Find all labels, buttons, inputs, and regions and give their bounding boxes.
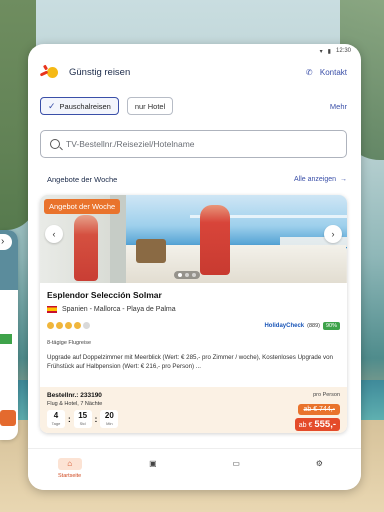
holidaycheck-rating[interactable]: HolidayCheck (889) 90% <box>264 321 340 330</box>
per-person-label: pro Person <box>313 392 340 398</box>
chip-package-tours[interactable]: ✓ Pauschalreisen <box>40 97 119 115</box>
suitcase-icon: ▣ <box>149 459 157 468</box>
contact-button[interactable]: ✆ Kontakt <box>306 68 347 77</box>
sun-rating <box>47 322 90 329</box>
countdown-hours: 15 Std <box>73 410 92 428</box>
spain-flag-icon <box>47 306 57 313</box>
search-input[interactable]: TV-Bestellnr./Reiseziel/Hotelname <box>40 130 347 158</box>
countdown-minutes: 20 Min <box>100 410 119 428</box>
chip-hotel-label: nur Hotel <box>134 101 166 111</box>
chip-package-label: Pauschalreisen <box>59 101 111 111</box>
carousel-dot[interactable] <box>192 273 196 277</box>
section-title: Angebote der Woche <box>47 174 118 184</box>
signal-icon: ▾ <box>319 48 323 55</box>
search-placeholder: TV-Bestellnr./Reiseziel/Hotelname <box>66 139 195 149</box>
tab-home[interactable]: ⌂ Startseite <box>50 458 90 479</box>
contact-label: Kontakt <box>319 67 347 77</box>
price-prefix: ab € <box>298 422 313 429</box>
hotel-location: Spanien - Mallorca - Playa de Palma <box>47 306 340 313</box>
holidaycheck-score: 90% <box>322 321 340 330</box>
holidaycheck-logo: HolidayCheck <box>264 322 305 329</box>
chevron-right-icon[interactable]: › <box>324 225 342 243</box>
rating-row: HolidayCheck (889) 90% <box>47 320 340 331</box>
hotel-name: Esplendor Selección Solmar <box>47 290 162 300</box>
offer-details: Esplendor Selección Solmar Spanien - Mal… <box>40 283 347 371</box>
tab-settings[interactable]: ⚙ <box>299 458 339 470</box>
package-info: Flug & Hotel, 7 Nächte <box>47 401 103 407</box>
current-price[interactable]: ab € 555,- <box>294 418 340 431</box>
brand-logo-icon[interactable] <box>39 64 60 80</box>
tab-tv[interactable]: ▭ <box>216 458 256 470</box>
tv-icon: ▭ <box>232 459 240 468</box>
section-header: Angebote der Woche Alle anzeigen → <box>47 173 347 185</box>
status-time: 12:30 <box>335 48 351 54</box>
carousel-dots <box>174 271 200 279</box>
price-value: 555,- <box>314 419 336 430</box>
location-text: Spanien - Mallorca - Playa de Palma <box>62 306 176 313</box>
brand-name: Günstig reisen <box>69 66 131 78</box>
previous-card-score <box>0 334 12 344</box>
offer-photo: Angebot der Woche ‹ › <box>40 195 347 283</box>
offer-description: Upgrade auf Doppelzimmer mit Meerblick (… <box>47 354 333 370</box>
carousel-dot[interactable] <box>185 273 189 277</box>
sun-icon <box>74 322 81 329</box>
sun-icon <box>65 322 72 329</box>
arrow-right-icon: → <box>340 175 347 183</box>
app-header: Günstig reisen ✆ Kontakt <box>28 58 361 86</box>
gear-icon: ⚙ <box>315 459 323 468</box>
offer-card[interactable]: Angebot der Woche ‹ › Esplendor Selecció… <box>40 195 347 433</box>
battery-icon: ▮ <box>327 48 331 55</box>
filter-bar: ✓ Pauschalreisen nur Hotel Mehr <box>28 95 361 117</box>
home-icon: ⌂ <box>57 458 82 470</box>
phone-icon: ✆ <box>305 67 313 77</box>
show-all-label: Alle anzeigen <box>293 175 336 183</box>
price-box: Bestellnr.: 233190 Flug & Hotel, 7 Nächt… <box>40 387 347 433</box>
previous-card-peek[interactable] <box>0 230 18 440</box>
previous-card-price <box>0 410 16 426</box>
search-icon <box>50 139 60 149</box>
sun-icon-empty <box>83 322 90 329</box>
bottom-tab-bar: ⌂ Startseite ▣ ▭ ⚙ <box>28 448 361 490</box>
flight-info: 8-tägige Flugreise <box>47 340 92 346</box>
offer-badge: Angebot der Woche <box>44 199 121 214</box>
show-all-link[interactable]: Alle anzeigen → <box>294 176 347 183</box>
old-price: ab € 744,- <box>298 404 340 415</box>
carousel-dot[interactable] <box>178 273 182 277</box>
sun-icon <box>56 322 63 329</box>
tab-bookings[interactable]: ▣ <box>133 458 173 470</box>
order-number: Bestellnr.: 233190 <box>47 392 102 399</box>
countdown-days: 4 Tage <box>47 410 65 428</box>
more-filters-link[interactable]: Mehr <box>330 102 347 111</box>
check-icon: ✓ <box>48 100 56 111</box>
tab-home-label: Startseite <box>58 473 82 479</box>
app-window: ▾ ▮ 12:30 Günstig reisen ✆ Kontakt ✓ Pau… <box>28 44 361 490</box>
sun-icon <box>47 322 54 329</box>
status-bar: ▾ ▮ 12:30 <box>28 44 361 58</box>
chevron-left-icon[interactable]: ‹ <box>45 225 63 243</box>
holidaycheck-count: (889) <box>307 322 320 329</box>
chip-hotel-only[interactable]: nur Hotel <box>126 97 174 115</box>
